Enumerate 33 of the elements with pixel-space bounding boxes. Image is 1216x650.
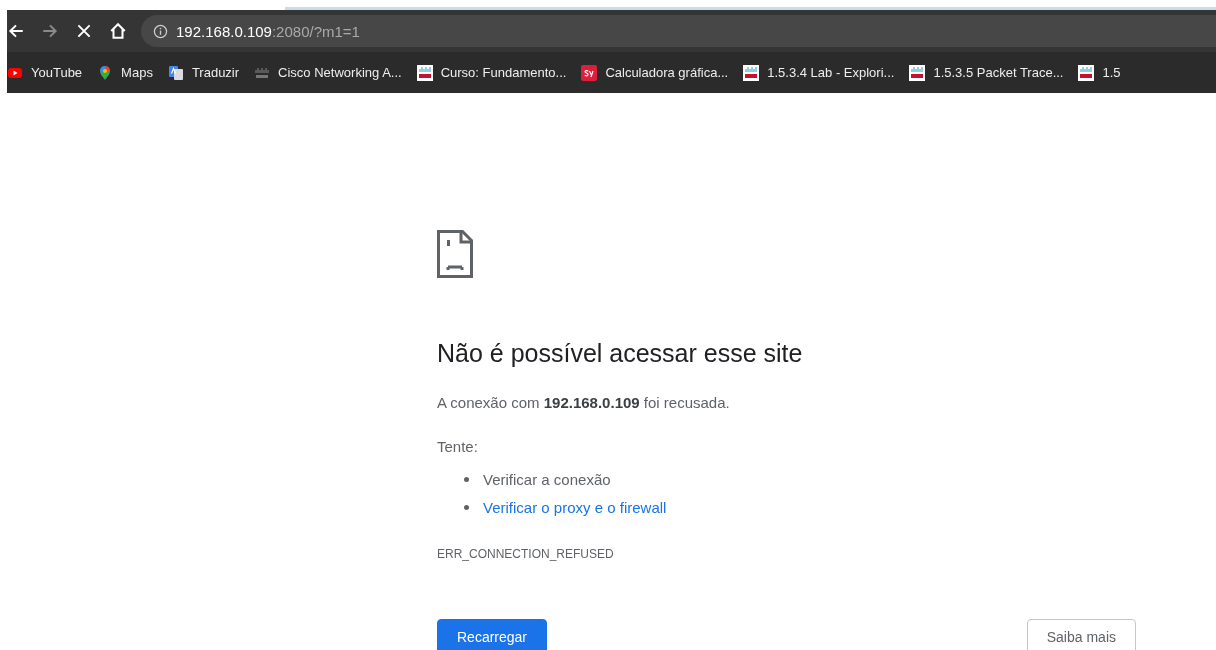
bullet-icon: [464, 504, 469, 510]
cisco-logo-icon: [1078, 64, 1095, 81]
bookmark-item[interactable]: 1.5: [1072, 64, 1127, 81]
cisco-logo-icon: [743, 64, 760, 81]
bookmark-item[interactable]: 1.5.3.5 Packet Trace...: [903, 64, 1070, 81]
reload-button[interactable]: Recarregar: [437, 619, 548, 650]
back-icon[interactable]: [7, 22, 25, 40]
forward-icon[interactable]: [41, 22, 59, 40]
bookmark-item[interactable]: YouTube: [7, 64, 89, 81]
cisco-logo-icon: [416, 64, 433, 81]
error-message: A conexão com 192.168.0.109 foi recusada.: [437, 393, 731, 413]
sy-logo-icon: [581, 64, 598, 81]
suggestion-text: Verificar a conexão: [483, 470, 611, 488]
bookmark-item[interactable]: 1.5.3.4 Lab - Explori...: [737, 64, 901, 81]
close-icon[interactable]: [75, 22, 93, 40]
bookmark-item[interactable]: Curso: Fundamento...: [410, 64, 573, 81]
bookmark-item[interactable]: Calculadora gráfica...: [575, 64, 735, 81]
learn-more-button[interactable]: Saiba mais: [1026, 619, 1136, 650]
bullet-icon: [464, 476, 469, 482]
try-label: Tente:: [437, 437, 479, 457]
url-text: 192.168.0.109:2080/?m1=1: [176, 22, 360, 40]
bookmark-item[interactable]: Maps: [91, 64, 159, 81]
error-code: ERR_CONNECTION_REFUSED: [437, 547, 615, 561]
sad-page-icon: [437, 230, 473, 278]
home-icon[interactable]: [109, 22, 127, 40]
info-icon[interactable]: [153, 23, 168, 39]
suggestion-link[interactable]: Verificar o proxy e o firewall: [483, 498, 667, 516]
address-bar[interactable]: 192.168.0.109:2080/?m1=1: [141, 15, 1216, 47]
translate-icon: [167, 64, 184, 81]
bookmark-item[interactable]: Cisco Networking A...: [248, 64, 408, 81]
error-heading: Não é possível acessar esse site: [437, 338, 804, 369]
cisco-logo-icon: [909, 64, 926, 81]
bookmark-item[interactable]: Traduzir: [161, 64, 246, 81]
